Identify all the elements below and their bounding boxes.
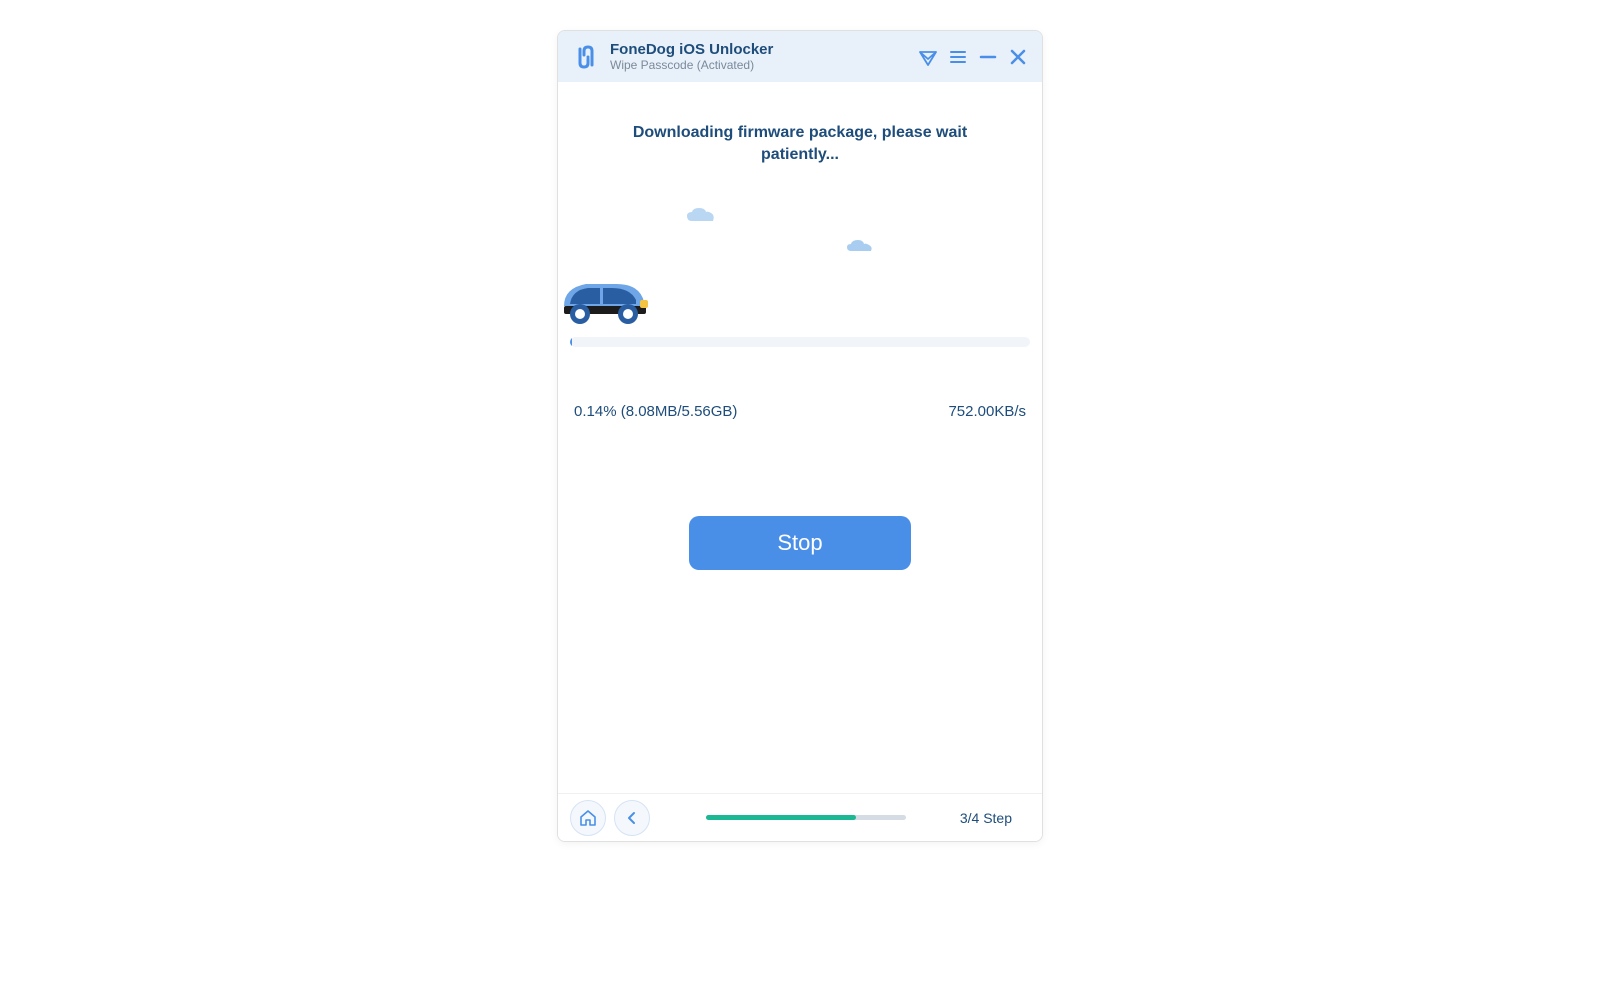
app-subtitle: Wipe Passcode (Activated) bbox=[610, 58, 773, 72]
car-icon bbox=[558, 266, 656, 329]
step-progress-track bbox=[706, 815, 906, 820]
download-info: 0.14% (8.08MB/5.56GB) 752.00KB/s bbox=[574, 403, 1026, 420]
status-text: Downloading firmware package, please wai… bbox=[558, 122, 1042, 167]
download-progress-fill bbox=[570, 337, 572, 347]
cloud-icon bbox=[846, 239, 874, 258]
footer: 3/4 Step bbox=[558, 793, 1042, 841]
titlebar-left: FoneDog iOS Unlocker Wipe Passcode (Acti… bbox=[572, 41, 773, 72]
stop-button[interactable]: Stop bbox=[689, 516, 911, 570]
title-text-group: FoneDog iOS Unlocker Wipe Passcode (Acti… bbox=[610, 41, 773, 72]
menu-icon[interactable] bbox=[948, 47, 968, 67]
titlebar[interactable]: FoneDog iOS Unlocker Wipe Passcode (Acti… bbox=[558, 31, 1042, 82]
step-progress-fill bbox=[706, 815, 856, 820]
content-area: Downloading firmware package, please wai… bbox=[558, 82, 1042, 793]
cloud-icon bbox=[686, 207, 716, 228]
download-speed-text: 752.00KB/s bbox=[948, 403, 1026, 420]
app-title: FoneDog iOS Unlocker bbox=[610, 41, 773, 58]
download-progress-bar bbox=[570, 337, 1030, 347]
step-indicator: 3/4 Step bbox=[676, 810, 1012, 826]
premium-icon[interactable] bbox=[918, 47, 938, 67]
app-logo-icon bbox=[572, 43, 600, 71]
illustration bbox=[558, 187, 1042, 337]
step-label: 3/4 Step bbox=[960, 810, 1012, 826]
home-button[interactable] bbox=[570, 800, 606, 836]
minimize-icon[interactable] bbox=[978, 47, 998, 67]
app-window: FoneDog iOS Unlocker Wipe Passcode (Acti… bbox=[557, 30, 1043, 842]
back-button[interactable] bbox=[614, 800, 650, 836]
download-progress-text: 0.14% (8.08MB/5.56GB) bbox=[574, 403, 737, 420]
close-icon[interactable] bbox=[1008, 47, 1028, 67]
titlebar-controls bbox=[918, 47, 1028, 67]
